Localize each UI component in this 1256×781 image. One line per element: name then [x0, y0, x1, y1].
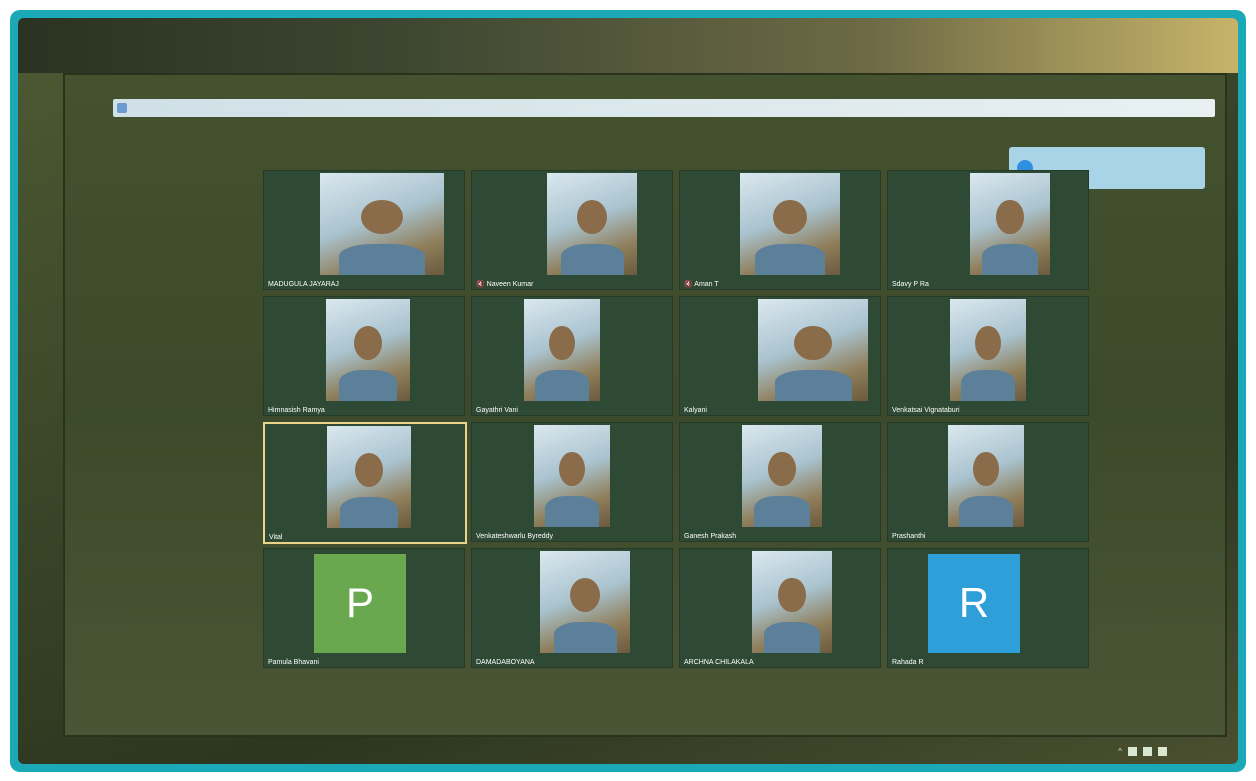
participant-tile[interactable]: DAMADABOYANA [471, 548, 673, 668]
person-body [338, 244, 426, 275]
participant-name: Himnasish Ramya [268, 407, 325, 414]
person-body [545, 496, 599, 527]
participant-name: MADUGULA JAYARAJ [268, 281, 339, 288]
monitor-screen: MADUGULA JAYARAJ 🔇 Naveen Kumar 🔇 Aman T Sd… [63, 73, 1227, 756]
person-body [560, 244, 624, 275]
participant-name: Venkateshwarlu Byreddy [476, 533, 554, 540]
participant-video [948, 425, 1024, 527]
participant-video [547, 173, 637, 275]
person-head [576, 199, 608, 235]
participant-name: ARCHNA CHILAKALA [684, 659, 754, 666]
person-body [774, 370, 852, 401]
network-icon[interactable] [1128, 747, 1137, 756]
person-body [961, 370, 1015, 401]
participant-tile[interactable]: Prashanthi [887, 422, 1089, 542]
person-body [339, 497, 399, 528]
site-icon [117, 103, 127, 113]
participant-tile[interactable]: Himnasish Ramya [263, 296, 465, 416]
participant-tile[interactable]: Venkatsai Vignataburi [887, 296, 1089, 416]
participant-tile[interactable]: Vital [263, 422, 467, 544]
person-head [794, 325, 832, 361]
participant-video [524, 299, 600, 401]
participant-tile[interactable]: Sdavy P Ra [887, 170, 1089, 290]
participant-video [326, 299, 410, 401]
person-body [959, 496, 1013, 527]
participant-avatar: R [928, 553, 1020, 653]
person-head [360, 199, 404, 235]
person-body [764, 622, 820, 653]
participant-name: Kalyani [684, 407, 707, 414]
participant-tile[interactable]: Gayathri Vani [471, 296, 673, 416]
photo-of-monitor: MADUGULA JAYARAJ 🔇 Naveen Kumar 🔇 Aman T Sd… [18, 18, 1238, 764]
person-head [549, 325, 575, 361]
system-tray: ^ [1118, 747, 1167, 756]
participant-name: Venkatsai Vignataburi [892, 407, 960, 414]
person-body [982, 244, 1038, 275]
person-body [755, 244, 825, 275]
tray-chevron-icon[interactable]: ^ [1118, 747, 1122, 756]
participant-video [327, 426, 411, 528]
address-bar[interactable] [113, 99, 1215, 117]
notification-center-icon[interactable] [1158, 747, 1167, 756]
person-body [754, 496, 810, 527]
participant-tile[interactable]: P Pamula Bhavani [263, 548, 465, 668]
participant-tile[interactable]: R Rahada R [887, 548, 1089, 668]
participant-video [740, 173, 840, 275]
participant-video [752, 551, 832, 653]
person-head [778, 577, 806, 613]
participant-name: Ganesh Prakash [684, 533, 737, 540]
person-head [768, 451, 796, 487]
participant-name: Rahada R [892, 659, 924, 666]
participant-video [950, 299, 1026, 401]
participant-name: Vital [269, 534, 283, 541]
participant-video [970, 173, 1050, 275]
person-body [553, 622, 617, 653]
person-head [354, 452, 384, 488]
participant-video [534, 425, 610, 527]
participant-tile[interactable]: Kalyani [679, 296, 881, 416]
participant-name: 🔇 Naveen Kumar [476, 281, 534, 288]
participant-video [742, 425, 822, 527]
person-body [338, 370, 398, 401]
participant-video [320, 173, 444, 275]
participant-name: Gayathri Vani [476, 407, 518, 414]
participant-tile[interactable]: 🔇 Naveen Kumar [471, 170, 673, 290]
person-head [996, 199, 1024, 235]
person-head [973, 451, 999, 487]
participant-video [758, 299, 868, 401]
participant-tile[interactable]: ARCHNA CHILAKALA [679, 548, 881, 668]
participant-name: 🔇 Aman T [684, 281, 719, 288]
participant-avatar: P [314, 553, 406, 653]
participant-tile[interactable]: Venkateshwarlu Byreddy [471, 422, 673, 542]
participant-tile[interactable]: MADUGULA JAYARAJ [263, 170, 465, 290]
person-head [975, 325, 1001, 361]
person-head [773, 199, 807, 235]
participant-tile[interactable]: 🔇 Aman T [679, 170, 881, 290]
background-band [18, 18, 1238, 73]
person-body [535, 370, 589, 401]
person-head [353, 325, 383, 361]
person-head [559, 451, 585, 487]
participant-name: Prashanthi [892, 533, 926, 540]
participant-name: Pamula Bhavani [268, 659, 319, 666]
participant-video [540, 551, 630, 653]
participant-tile[interactable]: Ganesh Prakash [679, 422, 881, 542]
participant-name: Sdavy P Ra [892, 281, 929, 288]
participant-grid: MADUGULA JAYARAJ 🔇 Naveen Kumar 🔇 Aman T Sd… [263, 170, 1089, 670]
volume-icon[interactable] [1143, 747, 1152, 756]
participant-name: DAMADABOYANA [476, 659, 535, 666]
person-head [569, 577, 601, 613]
